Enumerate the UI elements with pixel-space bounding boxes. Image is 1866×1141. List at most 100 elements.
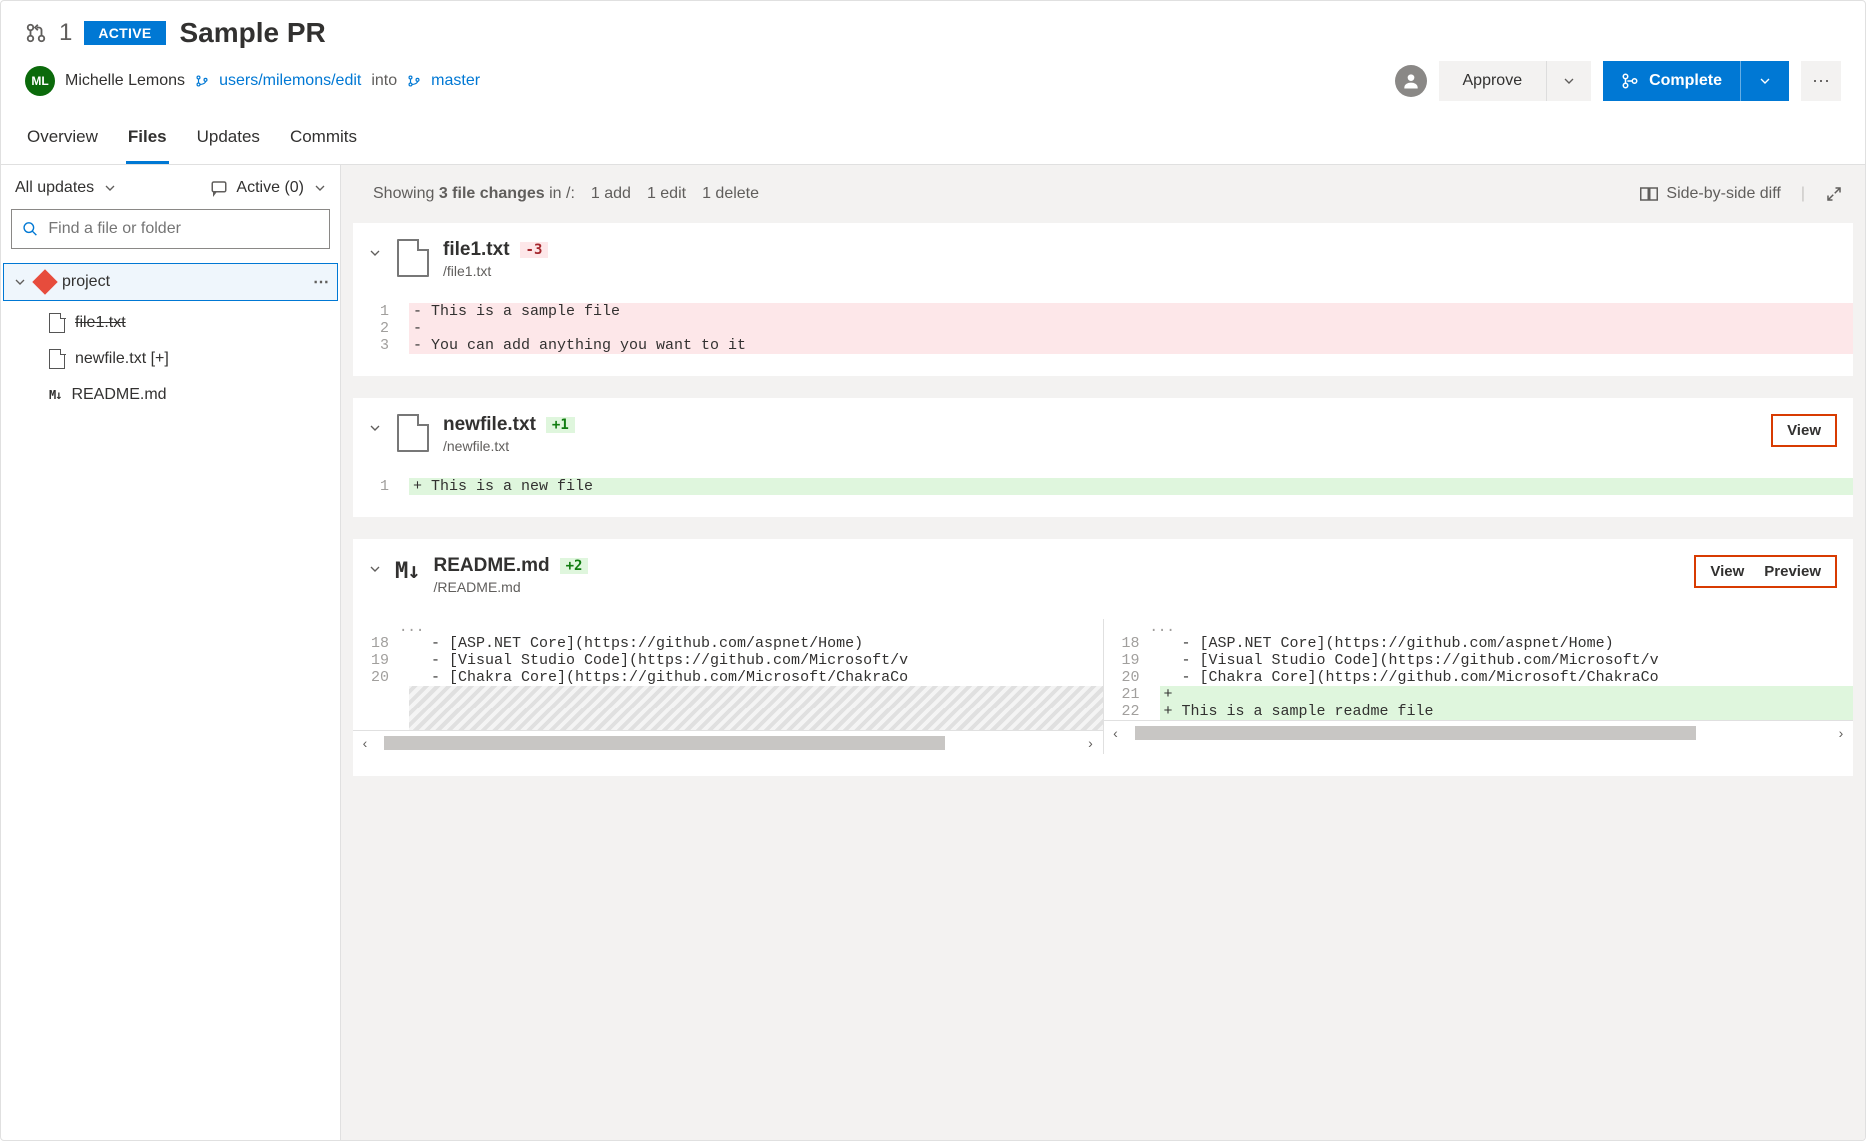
side-by-side-icon bbox=[1640, 187, 1658, 201]
file-icon bbox=[49, 313, 65, 333]
collapse-file-button[interactable] bbox=[367, 561, 383, 577]
diff-mode-label: Side-by-side diff bbox=[1666, 185, 1780, 203]
diff-line: 3- You can add anything you want to it bbox=[353, 337, 1853, 354]
tree-item-readme[interactable]: M↓ README.md bbox=[1, 377, 340, 413]
diff-line: 18 - [ASP.NET Core](https://github.com/a… bbox=[1104, 635, 1854, 652]
updates-filter-label: All updates bbox=[15, 179, 94, 197]
approve-dropdown[interactable] bbox=[1546, 61, 1591, 101]
view-button[interactable]: View bbox=[1710, 563, 1744, 580]
file-tree-sidebar: All updates Active (0) project ⋯ bbox=[1, 165, 341, 1140]
tree-root-project[interactable]: project ⋯ bbox=[3, 263, 338, 301]
into-label: into bbox=[371, 72, 397, 90]
more-actions-button[interactable]: ⋯ bbox=[1801, 61, 1841, 101]
horizontal-scrollbar[interactable]: ‹› bbox=[353, 730, 1103, 754]
diff-line: 20 - [Chakra Core](https://github.com/Mi… bbox=[353, 669, 1103, 686]
collapse-file-button[interactable] bbox=[367, 420, 383, 436]
pr-tabs: Overview Files Updates Commits bbox=[25, 119, 1841, 164]
branch-icon bbox=[407, 74, 421, 88]
approve-button[interactable]: Approve bbox=[1439, 61, 1592, 101]
chevron-down-icon bbox=[102, 180, 118, 196]
file-name: newfile.txt bbox=[443, 414, 536, 436]
delta-badge: -3 bbox=[520, 242, 549, 258]
file-icon bbox=[397, 414, 429, 452]
author-avatar[interactable]: ML bbox=[25, 66, 55, 96]
tree-root-label: project bbox=[62, 273, 110, 291]
chevron-down-icon bbox=[12, 274, 28, 290]
markdown-icon: M↓ bbox=[395, 559, 420, 584]
file-block: newfile.txt +1 /newfile.txt View 1+ This… bbox=[353, 398, 1853, 517]
diff-line: 2- bbox=[353, 320, 1853, 337]
tab-files[interactable]: Files bbox=[126, 119, 169, 164]
delta-badge: +2 bbox=[560, 558, 589, 574]
tab-commits[interactable]: Commits bbox=[288, 119, 359, 164]
file-icon bbox=[397, 239, 429, 277]
diff-line: 21+ bbox=[1104, 686, 1854, 703]
file-path: /file1.txt bbox=[443, 263, 1837, 279]
comments-filter-dropdown[interactable]: Active (0) bbox=[210, 179, 328, 197]
source-branch-link[interactable]: users/milemons/edit bbox=[219, 72, 361, 90]
no-change-placeholder bbox=[409, 708, 1103, 730]
diff-inline: 1- This is a sample file2-3- You can add… bbox=[353, 303, 1853, 354]
tab-overview[interactable]: Overview bbox=[25, 119, 100, 164]
preview-button[interactable]: Preview bbox=[1764, 563, 1821, 580]
pull-request-icon bbox=[25, 22, 47, 44]
summary-delete: 1 delete bbox=[702, 185, 759, 203]
page-title: Sample PR bbox=[180, 17, 326, 49]
tree-item-label: README.md bbox=[71, 386, 166, 404]
file-block: M↓ README.md +2 /README.md View Preview .… bbox=[353, 539, 1853, 776]
diff-split: ...18 - [ASP.NET Core](https://github.co… bbox=[353, 619, 1853, 754]
pr-header: 1 ACTIVE Sample PR ML Michelle Lemons us… bbox=[1, 1, 1865, 165]
approve-label: Approve bbox=[1439, 72, 1547, 90]
file-search-input[interactable] bbox=[11, 209, 330, 249]
no-change-placeholder bbox=[409, 686, 1103, 708]
file-path: /README.md bbox=[434, 579, 1687, 595]
tree-item-newfile[interactable]: newfile.txt [+] bbox=[1, 341, 340, 377]
tree-item-label: file1.txt bbox=[75, 314, 126, 332]
tree-item-label: newfile.txt [+] bbox=[75, 350, 169, 368]
tree-item-file1[interactable]: file1.txt bbox=[1, 305, 340, 341]
complete-label: Complete bbox=[1639, 72, 1740, 90]
comment-icon bbox=[210, 179, 228, 197]
diff-inline: 1+ This is a new file bbox=[353, 478, 1853, 495]
updates-filter-dropdown[interactable]: All updates bbox=[15, 179, 118, 197]
chevron-down-icon bbox=[312, 180, 328, 196]
diff-line: 22+ This is a sample readme file bbox=[1104, 703, 1854, 720]
ellipsis-row: ... bbox=[1104, 619, 1854, 635]
horizontal-scrollbar[interactable]: ‹› bbox=[1104, 720, 1854, 744]
diff-mode-toggle[interactable]: Side-by-side diff bbox=[1640, 185, 1780, 203]
markdown-icon: M↓ bbox=[49, 388, 61, 402]
file-name: README.md bbox=[434, 555, 550, 577]
fullscreen-button[interactable] bbox=[1825, 185, 1843, 203]
diff-line: 1+ This is a new file bbox=[353, 478, 1853, 495]
collapse-file-button[interactable] bbox=[367, 245, 383, 261]
diff-line: 19 - [Visual Studio Code](https://github… bbox=[1104, 652, 1854, 669]
comments-filter-label: Active (0) bbox=[236, 179, 304, 197]
author-name[interactable]: Michelle Lemons bbox=[65, 72, 185, 90]
repo-icon bbox=[36, 273, 54, 291]
diff-line: 1- This is a sample file bbox=[353, 303, 1853, 320]
complete-button[interactable]: Complete bbox=[1603, 61, 1789, 101]
tree-root-more-button[interactable]: ⋯ bbox=[313, 272, 329, 292]
pr-number: 1 bbox=[59, 19, 72, 47]
view-buttons-callout: View bbox=[1771, 414, 1837, 447]
changes-summary: Showing 3 file changes in /: 1 add 1 edi… bbox=[373, 185, 759, 203]
complete-dropdown[interactable] bbox=[1740, 61, 1789, 101]
diff-main-panel: Showing 3 file changes in /: 1 add 1 edi… bbox=[341, 165, 1865, 1140]
view-button[interactable]: View bbox=[1787, 422, 1821, 439]
diff-line: 19 - [Visual Studio Code](https://github… bbox=[353, 652, 1103, 669]
summary-add: 1 add bbox=[591, 185, 631, 203]
tab-updates[interactable]: Updates bbox=[195, 119, 262, 164]
merge-icon bbox=[1603, 72, 1639, 90]
diff-line: 20 - [Chakra Core](https://github.com/Mi… bbox=[1104, 669, 1854, 686]
target-branch-link[interactable]: master bbox=[431, 72, 480, 90]
summary-edit: 1 edit bbox=[647, 185, 686, 203]
reviewer-avatar[interactable] bbox=[1395, 65, 1427, 97]
ellipsis-row: ... bbox=[353, 619, 1103, 635]
status-badge: ACTIVE bbox=[84, 21, 165, 45]
search-field[interactable] bbox=[48, 220, 319, 238]
file-name: file1.txt bbox=[443, 239, 510, 261]
search-icon bbox=[22, 220, 38, 238]
file-block: file1.txt -3 /file1.txt 1- This is a sam… bbox=[353, 223, 1853, 376]
file-icon bbox=[49, 349, 65, 369]
delta-badge: +1 bbox=[546, 417, 575, 433]
